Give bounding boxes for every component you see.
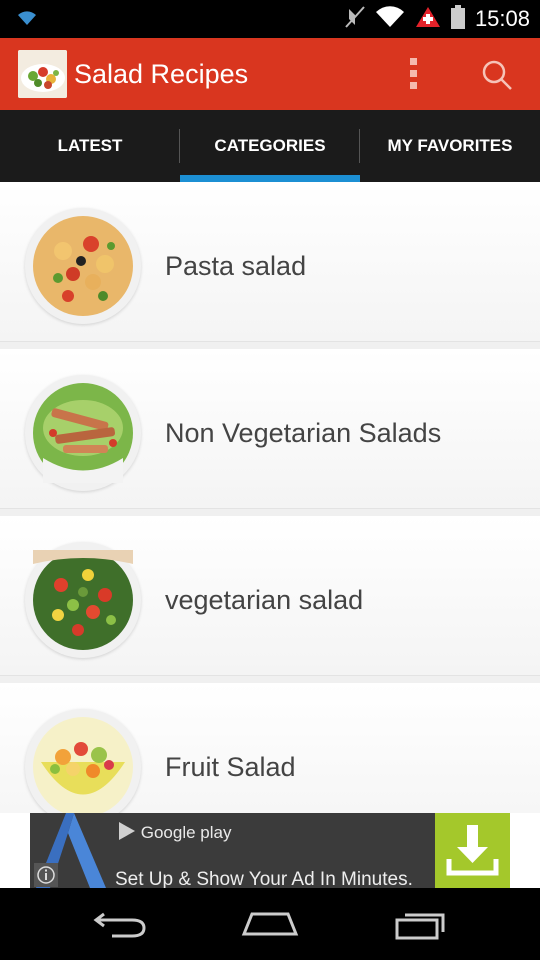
google-play-badge: Google play bbox=[118, 821, 231, 843]
mute-icon bbox=[345, 5, 365, 34]
download-icon bbox=[446, 825, 499, 876]
tab-my-favorites[interactable]: MY FAVORITES bbox=[360, 110, 540, 182]
category-card-non-vegetarian-salads[interactable]: Non Vegetarian Salads bbox=[0, 349, 540, 509]
pasta-salad-image bbox=[25, 208, 141, 324]
active-tab-indicator bbox=[180, 175, 360, 182]
category-label: Pasta salad bbox=[165, 251, 307, 281]
more-options-icon[interactable] bbox=[403, 56, 425, 92]
alert-icon bbox=[415, 6, 441, 33]
download-button[interactable] bbox=[435, 813, 510, 888]
category-card-pasta-salad[interactable]: Pasta salad bbox=[0, 182, 540, 342]
category-card-fruit-salad[interactable]: Fruit Salad bbox=[0, 683, 540, 813]
back-icon[interactable] bbox=[92, 906, 148, 947]
status-bar: 15:08 bbox=[0, 0, 540, 38]
tab-latest[interactable]: LATEST bbox=[0, 110, 180, 182]
recent-apps-icon[interactable] bbox=[393, 906, 449, 947]
tab-my-favorites-label: MY FAVORITES bbox=[387, 136, 513, 155]
ad-banner[interactable]: Google play Set Up & Show Your Ad In Min… bbox=[0, 813, 540, 888]
home-icon[interactable] bbox=[240, 906, 300, 947]
wifi-signal-icon bbox=[375, 5, 405, 33]
tab-latest-label: LATEST bbox=[57, 136, 123, 155]
play-store-icon bbox=[119, 822, 135, 840]
tab-bar: LATEST CATEGORIES MY FAVORITES bbox=[0, 110, 540, 182]
category-label: Non Vegetarian Salads bbox=[165, 418, 442, 448]
clock: 15:08 bbox=[474, 6, 530, 31]
tab-categories-label: CATEGORIES bbox=[214, 136, 326, 155]
search-icon[interactable] bbox=[480, 58, 514, 92]
category-label: Fruit Salad bbox=[165, 752, 296, 782]
wifi-icon bbox=[16, 9, 38, 32]
navigation-bar bbox=[0, 888, 540, 960]
category-label: vegetarian salad bbox=[165, 585, 364, 615]
non-vegetarian-salad-image bbox=[25, 375, 141, 491]
google-play-label: Google play bbox=[140, 823, 232, 842]
vegetarian-salad-image bbox=[25, 542, 141, 658]
tab-categories[interactable]: CATEGORIES bbox=[180, 110, 360, 182]
app-logo bbox=[18, 50, 67, 98]
ad-text: Set Up & Show Your Ad In Minutes. bbox=[115, 869, 413, 888]
category-list: Pasta salad Non Vegetarian Salads vegeta… bbox=[0, 182, 540, 813]
app-title: Salad Recipes bbox=[74, 59, 249, 89]
app-bar: Salad Recipes bbox=[0, 38, 540, 110]
category-card-vegetarian-salad[interactable]: vegetarian salad bbox=[0, 516, 540, 676]
battery-icon bbox=[450, 4, 465, 34]
ad-info-icon[interactable] bbox=[34, 863, 58, 887]
fruit-salad-image bbox=[25, 709, 141, 813]
